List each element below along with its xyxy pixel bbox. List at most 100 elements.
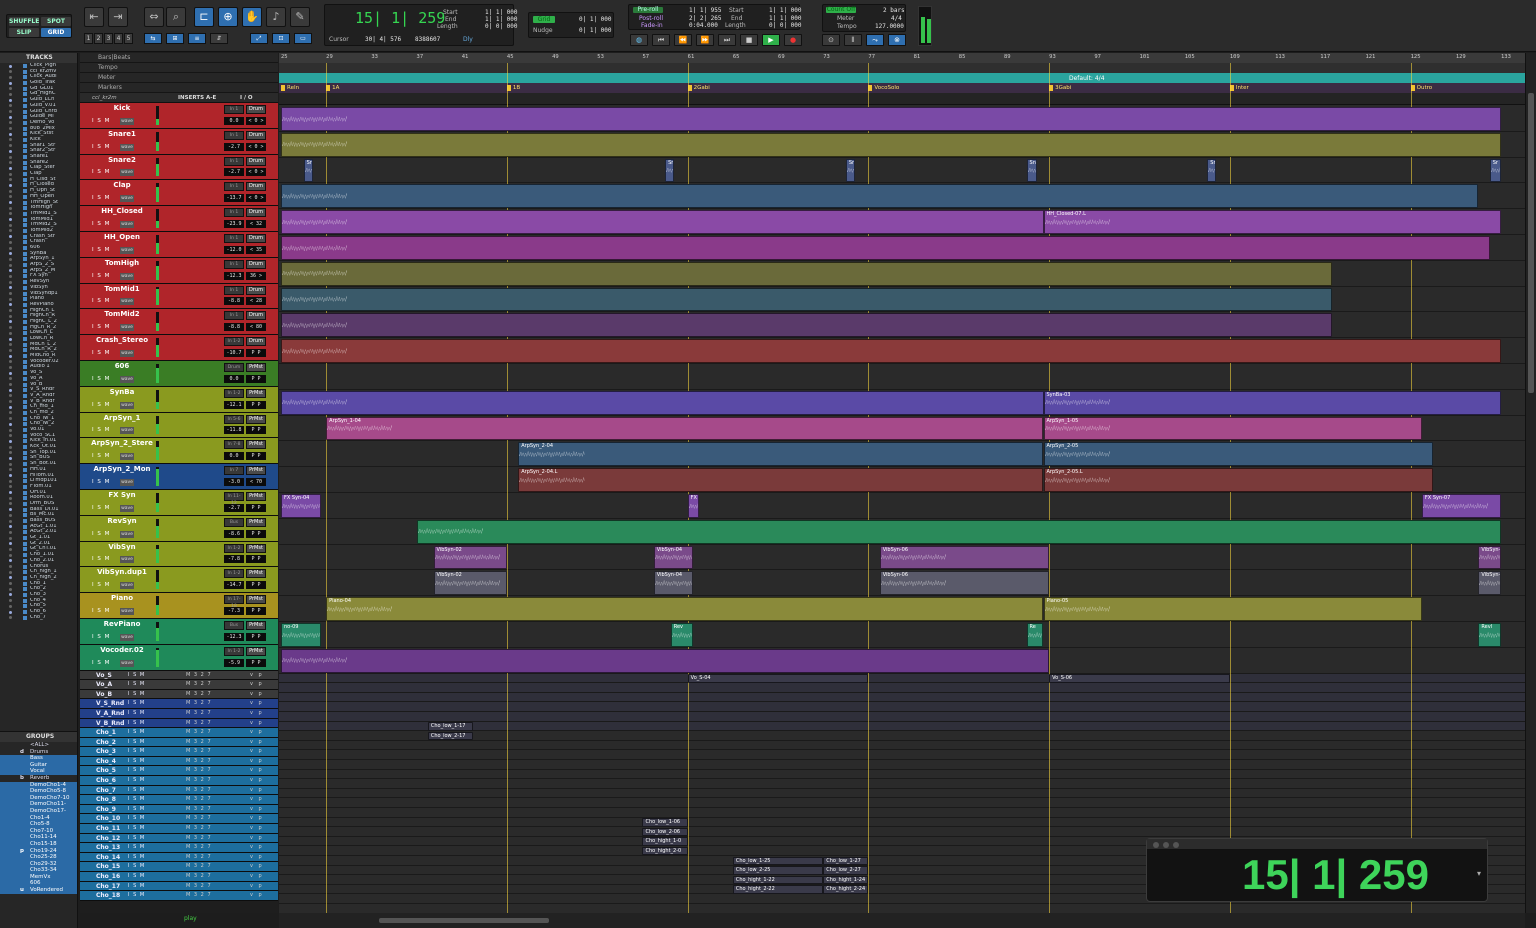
- count-off-value[interactable]: 2 bars: [883, 7, 905, 14]
- end2-value[interactable]: 1| 1| 000: [769, 15, 802, 22]
- input-selector[interactable]: In 1: [224, 259, 244, 269]
- visibility-dot-icon[interactable]: [9, 201, 12, 204]
- input-selector[interactable]: In 1: [224, 156, 244, 166]
- pan-value[interactable]: P P: [246, 426, 266, 435]
- input-selector[interactable]: In 1: [224, 285, 244, 295]
- track-controls[interactable]: M 3 2 7: [186, 873, 212, 879]
- input-selector[interactable]: In 1: [224, 105, 244, 114]
- visibility-dot-icon[interactable]: [9, 144, 12, 148]
- audio-clip[interactable]: [281, 132, 1501, 157]
- smart-tool-icon[interactable]: ⤢: [250, 33, 268, 44]
- pan-value[interactable]: P P: [246, 452, 266, 461]
- grabber-tool-icon[interactable]: ✋: [242, 7, 262, 27]
- visibility-dot-icon[interactable]: [9, 183, 12, 187]
- slim-track-header[interactable]: Cho_1 I S M M 3 2 7 v p: [80, 728, 278, 738]
- slim-track-header[interactable]: Cho_9 I S M M 3 2 7 v p: [80, 804, 278, 815]
- audio-clip[interactable]: Sr: [303, 158, 313, 183]
- volume-value[interactable]: -7.8: [224, 555, 244, 564]
- group-item[interactable]: DemoCho11-: [0, 801, 77, 808]
- track-controls[interactable]: M 3 2 7: [186, 767, 212, 773]
- track-list-item[interactable]: Cho_7: [0, 615, 77, 621]
- visibility-dot-icon[interactable]: [9, 138, 12, 142]
- link-timeline-icon[interactable]: ⊞: [166, 33, 184, 44]
- output-selector[interactable]: PrMst: [246, 569, 266, 579]
- audio-clip[interactable]: Cho_hight_2-24: [823, 885, 869, 894]
- audio-clip[interactable]: Sr: [1207, 158, 1217, 183]
- visibility-dot-icon[interactable]: [9, 394, 12, 398]
- output-selector[interactable]: Drum: [246, 233, 266, 243]
- track-name[interactable]: Cho_18: [96, 892, 120, 899]
- preroll-label[interactable]: Pre-roll: [633, 7, 663, 13]
- visibility-dot-icon[interactable]: [9, 189, 12, 193]
- visibility-dot-icon[interactable]: [9, 121, 12, 125]
- insertion-follows-icon[interactable]: ▭: [294, 33, 312, 44]
- pan-value[interactable]: P P: [246, 555, 266, 564]
- slim-track-header[interactable]: V_A_Rnd I S M M 3 2 7 v p: [80, 708, 278, 719]
- input-solo-mute-buttons[interactable]: I S M: [92, 660, 110, 666]
- spot-mode-button[interactable]: SPOT: [41, 17, 71, 26]
- online-icon[interactable]: ◍: [630, 34, 648, 46]
- view-selector[interactable]: wave: [120, 272, 134, 280]
- marker-ruler[interactable]: ReIn 1A 1B 2Gabi VocoSolo 3Gabi Inter Outro: [279, 83, 1525, 93]
- view-selector[interactable]: wave: [120, 324, 134, 332]
- track-name[interactable]: Cho_10: [96, 815, 120, 822]
- fast-forward-icon[interactable]: ⏩: [696, 34, 714, 46]
- pan-value[interactable]: < 0 >: [246, 116, 266, 125]
- audio-clip[interactable]: Vo_S-06: [1049, 674, 1230, 683]
- zoom-preset-3[interactable]: 3: [104, 33, 113, 44]
- group-item[interactable]: DemoCho1-4: [0, 781, 77, 789]
- visibility-dot-icon[interactable]: [9, 360, 12, 364]
- track-name[interactable]: Cho_17: [96, 883, 120, 890]
- volume-value[interactable]: -13.7: [224, 194, 244, 203]
- visibility-dot-icon[interactable]: [9, 115, 12, 119]
- input-solo-mute-buttons[interactable]: I S M: [92, 169, 110, 175]
- view-selector[interactable]: wave: [120, 633, 134, 641]
- audio-clip[interactable]: FX Syn-07: [1421, 494, 1501, 518]
- track-header[interactable]: Kick I S M wave In 1 Drum 0.0 < 0 >: [80, 103, 278, 129]
- audio-clip[interactable]: [281, 339, 1501, 363]
- volume-value[interactable]: -2.7: [224, 142, 244, 151]
- visibility-dot-icon[interactable]: [9, 354, 12, 358]
- track-header[interactable]: RevPiano I S M wave Bus PrMst -12.3 P P: [80, 618, 278, 645]
- track-lane[interactable]: [279, 750, 1525, 760]
- output-selector[interactable]: Drum: [246, 130, 266, 140]
- visibility-dot-icon[interactable]: [9, 593, 12, 597]
- track-controls[interactable]: M 3 2 7: [186, 844, 212, 850]
- slim-track-header[interactable]: Cho_11 I S M M 3 2 7 v p: [80, 824, 278, 834]
- marker[interactable]: VocoSolo: [868, 83, 899, 93]
- track-lane[interactable]: [279, 779, 1525, 789]
- input-selector[interactable]: In 7-8: [224, 440, 244, 450]
- pan-value[interactable]: 36 >: [246, 271, 266, 280]
- big-counter-titlebar[interactable]: [1147, 839, 1487, 850]
- track-lane[interactable]: [279, 364, 1525, 390]
- track-name[interactable]: Cho_13: [96, 844, 120, 851]
- audio-clip[interactable]: [281, 261, 1332, 286]
- visibility-dot-icon[interactable]: [9, 212, 12, 216]
- input-solo-mute-buttons[interactable]: I S M: [128, 672, 145, 678]
- slim-track-header[interactable]: Cho_8 I S M M 3 2 7 v p: [80, 795, 278, 805]
- volume-value[interactable]: -8.6: [224, 529, 244, 538]
- pan-value[interactable]: P P: [246, 503, 266, 512]
- track-name[interactable]: 606: [90, 362, 154, 371]
- audio-clip[interactable]: VibSyn-04: [653, 545, 694, 570]
- visibility-dot-icon[interactable]: [9, 439, 12, 443]
- track-name[interactable]: Cho_1: [96, 729, 116, 736]
- group-item[interactable]: Cho1-4: [0, 814, 77, 822]
- visibility-dot-icon[interactable]: [9, 616, 12, 620]
- input-selector[interactable]: Drum: [224, 362, 244, 372]
- track-controls[interactable]: M 3 2 7: [186, 854, 212, 860]
- volume-value[interactable]: -14.7: [224, 581, 244, 590]
- view-selector[interactable]: wave: [120, 298, 134, 306]
- track-name[interactable]: TomHigh: [90, 259, 154, 268]
- visibility-dot-icon[interactable]: [9, 229, 12, 233]
- volume-value[interactable]: -10.7: [224, 348, 244, 357]
- pan-value[interactable]: P P: [246, 400, 266, 409]
- pan-value[interactable]: P P: [246, 374, 266, 383]
- audio-clip[interactable]: ArpSyn_2-04: [518, 442, 1044, 467]
- track-header[interactable]: HH_Closed I S M wave In 1 Drum -23.9 < 32: [80, 206, 278, 232]
- record-icon[interactable]: ●: [784, 34, 802, 46]
- slim-track-header[interactable]: Cho_12 I S M M 3 2 7 v p: [80, 833, 278, 844]
- view-selector[interactable]: wave: [120, 556, 134, 564]
- track-name[interactable]: Vo_A: [96, 681, 112, 688]
- track-name[interactable]: Cho_11: [96, 825, 120, 832]
